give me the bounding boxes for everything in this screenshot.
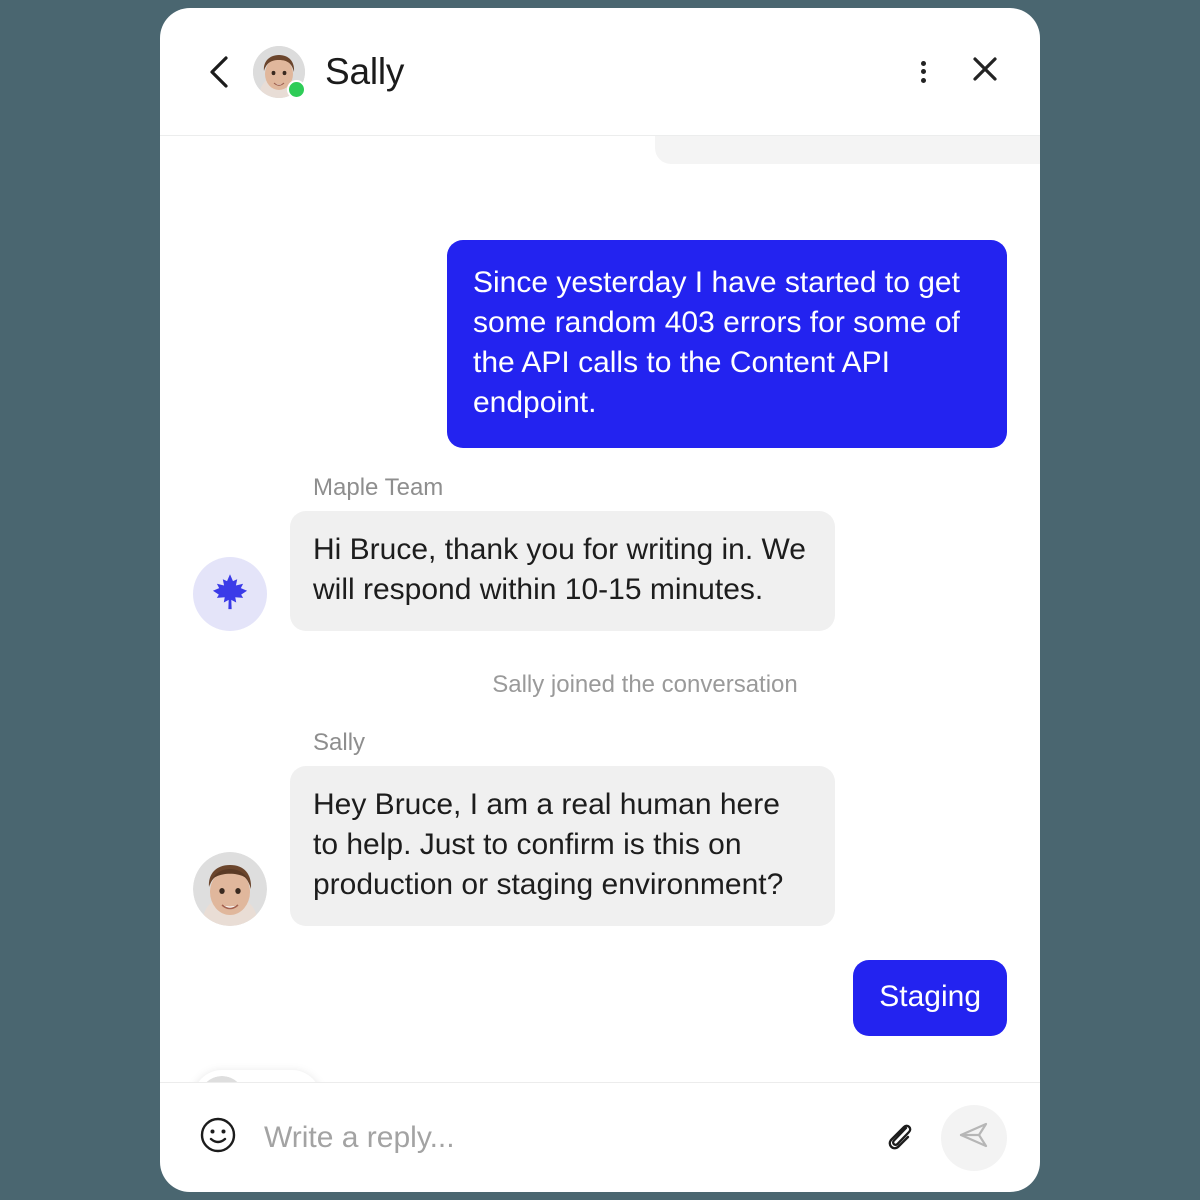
- send-button[interactable]: [941, 1104, 1007, 1171]
- maple-leaf-icon: [209, 571, 251, 618]
- sender-name-maple-team: Maple Team: [313, 474, 444, 501]
- kebab-menu-icon: [920, 57, 926, 86]
- typing-avatar: [199, 1076, 245, 1082]
- message-bubble-outgoing[interactable]: Staging: [853, 960, 1007, 1036]
- header-actions: [906, 55, 1002, 89]
- message-group-sally: Sally Hey Bruce, I am a real human here …: [193, 729, 1007, 926]
- system-note-joined: Sally joined the conversation: [492, 671, 798, 698]
- overflow-menu-button[interactable]: [906, 55, 940, 89]
- online-status-dot: [287, 79, 306, 99]
- message-group-maple-team: Maple Team Hi Bruce, thank you for writi…: [193, 474, 1007, 631]
- message-row-outgoing: Since yesterday I have started to get so…: [193, 240, 1007, 448]
- chat-header: Sally: [160, 8, 1040, 136]
- message-bubble-incoming[interactable]: Hi Bruce, thank you for writing in. We w…: [290, 511, 835, 631]
- message-bubble-scrolled-off: [655, 136, 1040, 164]
- paperclip-icon: [879, 1116, 917, 1159]
- sally-avatar: [193, 852, 267, 926]
- smiley-face-icon: [199, 1116, 237, 1159]
- message-bubble-incoming[interactable]: Hey Bruce, I am a real human here to hel…: [290, 766, 835, 926]
- message-list[interactable]: Since yesterday I have started to get so…: [160, 136, 1040, 1082]
- chevron-left-icon: [206, 55, 232, 89]
- maple-team-avatar: [193, 557, 267, 631]
- header-avatar[interactable]: [253, 45, 306, 99]
- close-button[interactable]: [968, 55, 1002, 89]
- back-button[interactable]: [202, 55, 236, 89]
- sally-photo-avatar: [193, 852, 267, 926]
- send-paper-plane-icon: [957, 1118, 991, 1157]
- close-icon: [970, 54, 1000, 89]
- message-row-outgoing: Staging: [193, 960, 1007, 1036]
- sally-photo-avatar: [199, 1076, 245, 1082]
- reply-input[interactable]: [262, 1119, 877, 1156]
- typing-indicator: [193, 1070, 1007, 1082]
- composer-bar: [160, 1082, 1040, 1192]
- message-bubble-outgoing[interactable]: Since yesterday I have started to get so…: [447, 240, 1007, 448]
- page-title: Sally: [325, 50, 405, 92]
- attach-file-button[interactable]: [877, 1117, 919, 1159]
- emoji-picker-button[interactable]: [198, 1116, 238, 1159]
- sender-name-sally: Sally: [313, 729, 366, 756]
- messenger-card: Sally Since yesterday I have started to …: [160, 8, 1040, 1192]
